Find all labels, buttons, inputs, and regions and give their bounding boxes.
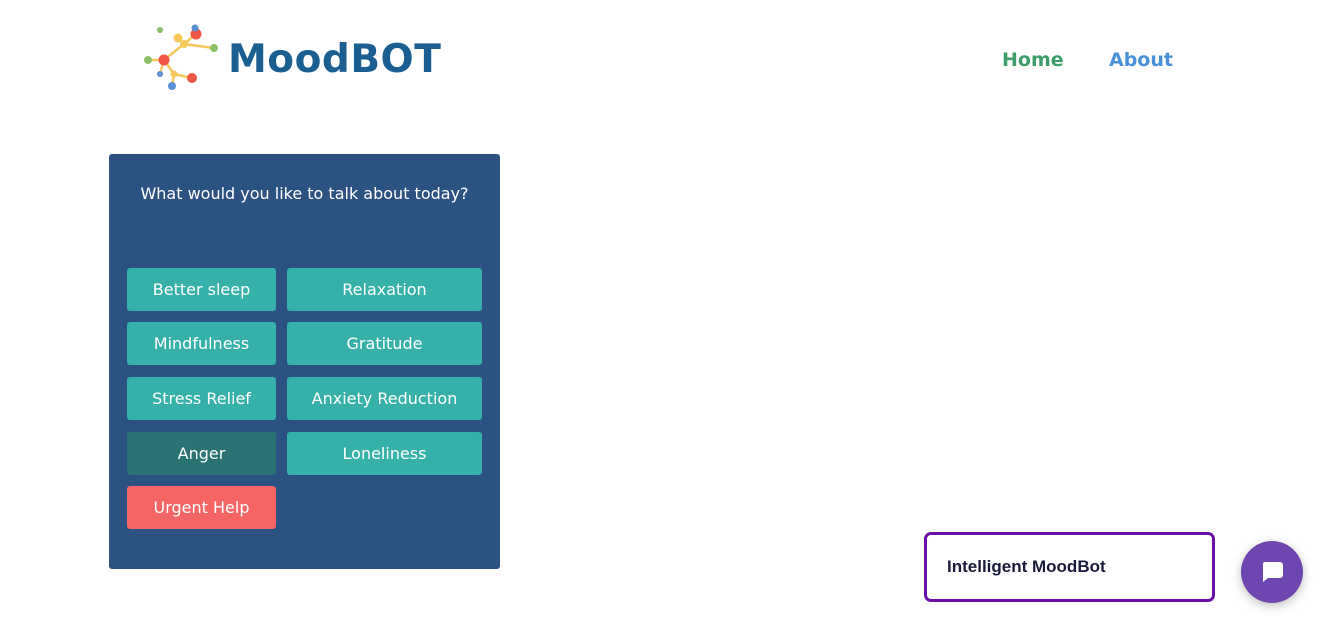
topic-button-stress-relief[interactable]: Stress Relief — [127, 377, 276, 420]
nav-home[interactable]: Home — [1002, 49, 1064, 71]
topic-button-anger[interactable]: Anger — [127, 432, 276, 475]
logo-network-icon — [144, 24, 218, 90]
topic-button-relaxation[interactable]: Relaxation — [287, 268, 482, 311]
panel-question: What would you like to talk about today? — [140, 184, 469, 203]
chat-open-button[interactable] — [1241, 541, 1303, 603]
topic-button-loneliness[interactable]: Loneliness — [287, 432, 482, 475]
logo-text: MoodBOT — [228, 36, 442, 82]
logo[interactable]: MoodBOT — [140, 22, 441, 94]
chat-bubble-icon — [1262, 562, 1283, 582]
chat-label[interactable]: Intelligent MoodBot — [924, 532, 1215, 602]
topic-button-better-sleep[interactable]: Better sleep — [127, 268, 276, 311]
chat-label-text: Intelligent MoodBot — [947, 557, 1106, 576]
topic-button-gratitude[interactable]: Gratitude — [287, 322, 482, 365]
urgent-help-button[interactable]: Urgent Help — [127, 486, 276, 529]
nav-about[interactable]: About — [1109, 49, 1173, 71]
topic-button-mindfulness[interactable]: Mindfulness — [127, 322, 276, 365]
topic-button-anxiety-reduction[interactable]: Anxiety Reduction — [287, 377, 482, 420]
topic-panel: What would you like to talk about today?… — [109, 154, 500, 569]
